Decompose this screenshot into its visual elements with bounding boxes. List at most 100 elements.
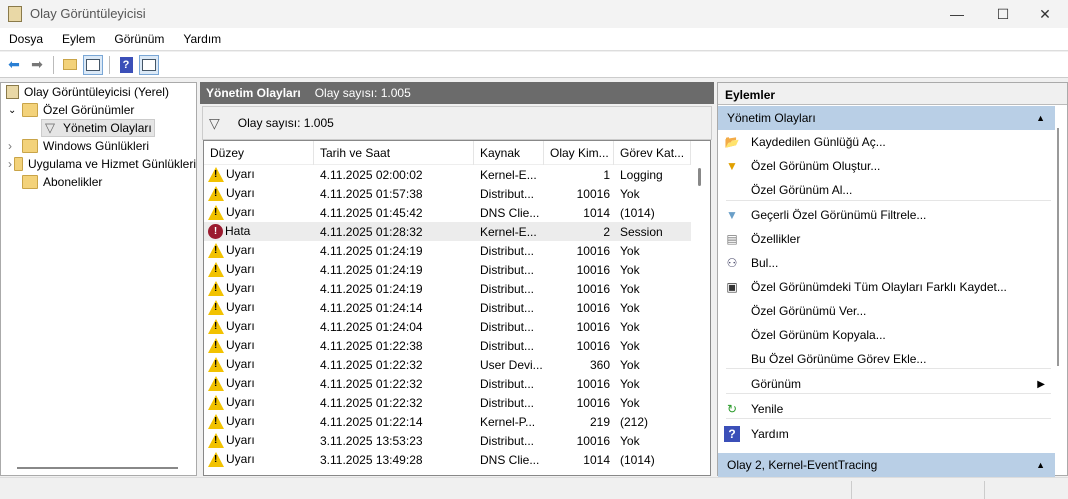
table-row[interactable]: Uyarı 4.11.2025 01:24:19 Distribut... 10… (204, 241, 691, 260)
cell-task-category: (212) (620, 414, 649, 429)
action-label: Yenile (751, 402, 784, 416)
events-table: Düzey Tarih ve Saat Kaynak Olay Kim... G… (203, 140, 711, 476)
table-row[interactable]: Uyarı 4.11.2025 01:24:19 Distribut... 10… (204, 279, 691, 298)
tree-item-app-logs[interactable]: › Uygulama ve Hizmet Günlükleri (8, 155, 196, 173)
collapse-icon[interactable]: ▲ (1036, 460, 1045, 470)
chevron-right-icon[interactable]: › (8, 139, 22, 153)
pane-header: Yönetim Olayları Olay sayısı: 1.005 (200, 82, 714, 104)
table-row[interactable]: Uyarı 4.11.2025 01:45:42 DNS Clie... 101… (204, 203, 691, 222)
collapse-icon[interactable]: ▲ (1036, 113, 1045, 123)
menu-yardim[interactable]: Yardım (183, 32, 221, 46)
tree-item-admin-events[interactable]: ▽ Yönetim Olayları (41, 119, 155, 137)
action-item[interactable]: Özel Görünümü Ver... (718, 299, 1055, 323)
warning-icon (208, 433, 224, 449)
cell-task-category: Yok (620, 395, 640, 410)
col-event-id[interactable]: Olay Kim... (544, 141, 614, 165)
cell-task-category: Yok (620, 281, 640, 296)
table-row[interactable]: Uyarı 4.11.2025 01:24:04 Distribut... 10… (204, 317, 691, 336)
tree-item-custom-views[interactable]: ⌄ Özel Görünümler (8, 101, 134, 119)
horizontal-scrollbar[interactable] (17, 467, 178, 469)
section-event-details[interactable]: Olay 2, Kernel-EventTracing ▲ (718, 453, 1055, 477)
cell-date: 4.11.2025 01:24:04 (320, 319, 423, 334)
actions-pane: Eylemler Yönetim Olayları ▲ 📂 Kaydedilen G… (717, 82, 1068, 477)
cell-event-id: 10016 (576, 243, 610, 258)
table-row[interactable]: Uyarı 4.11.2025 01:22:32 User Devi... 36… (204, 355, 691, 374)
level-text: Uyarı (226, 375, 255, 390)
help-icon[interactable]: ? (116, 55, 136, 75)
level-text: Uyarı (226, 166, 255, 181)
menu-eylem[interactable]: Eylem (62, 32, 95, 46)
cell-event-id: 10016 (576, 376, 610, 391)
action-item[interactable]: Özel Görünüm Al... (718, 178, 1055, 202)
show-hide-tree-icon[interactable] (83, 54, 103, 75)
chevron-down-icon[interactable]: ⌄ (8, 105, 22, 116)
subscriptions-folder-icon (22, 175, 38, 189)
level-text: Uyarı (226, 318, 255, 333)
cell-date: 4.11.2025 01:24:14 (320, 300, 423, 315)
section-admin-events[interactable]: Yönetim Olayları ▲ (718, 106, 1055, 130)
back-icon[interactable]: ⬅ (4, 55, 24, 75)
table-row[interactable]: ! Hata 4.11.2025 01:28:32 Kernel-E... 2 S… (204, 222, 691, 241)
status-bar (0, 477, 1068, 499)
cell-level: Uyarı (204, 357, 314, 373)
scrollbar-thumb[interactable] (698, 168, 701, 186)
folder-icon (14, 157, 23, 171)
level-text: Uyarı (226, 280, 255, 295)
table-row[interactable]: Uyarı 4.11.2025 01:22:38 Distribut... 10… (204, 336, 691, 355)
tree-item-subscriptions[interactable]: Abonelikler (22, 173, 102, 191)
cell-task-category: Yok (620, 262, 640, 277)
save-icon: ▣ (726, 280, 738, 294)
cell-source: Distribut... (480, 186, 535, 201)
cell-level: Uyarı (204, 243, 314, 259)
minimize-button[interactable]: — (934, 0, 980, 28)
tree-label: Windows Günlükleri (43, 139, 150, 153)
action-item[interactable]: ▤ Özellikler (718, 227, 1055, 251)
maximize-button[interactable]: ☐ (980, 0, 1026, 28)
table-row[interactable]: Uyarı 3.11.2025 13:53:23 Distribut... 10… (204, 431, 691, 450)
action-item[interactable]: ⚇ Bul... (718, 251, 1055, 275)
level-text: Uyarı (226, 204, 255, 219)
section-label: Yönetim Olayları (727, 111, 816, 125)
menu-gorunum[interactable]: Görünüm (114, 32, 164, 46)
col-source[interactable]: Kaynak (474, 141, 544, 165)
cell-event-id: 10016 (576, 281, 610, 296)
table-row[interactable]: Uyarı 4.11.2025 02:00:02 Kernel-E... 1 L… (204, 165, 691, 184)
col-level[interactable]: Düzey (204, 141, 314, 165)
cell-source: Distribut... (480, 319, 535, 334)
table-row[interactable]: Uyarı 3.11.2025 13:49:28 DNS Clie... 101… (204, 450, 691, 469)
show-hide-actions-icon[interactable] (139, 54, 159, 75)
table-row[interactable]: Uyarı 4.11.2025 01:22:14 Kernel-P... 219… (204, 412, 691, 431)
vertical-scrollbar[interactable] (690, 165, 710, 475)
table-row[interactable]: Uyarı 4.11.2025 01:24:19 Distribut... 10… (204, 260, 691, 279)
action-label: Görünüm (751, 377, 802, 391)
action-item[interactable]: ? Yardım (718, 422, 1055, 446)
up-folder-icon[interactable] (60, 55, 80, 75)
tree-label: Uygulama ve Hizmet Günlükleri (27, 157, 196, 171)
cell-event-id: 10016 (576, 186, 610, 201)
level-text: Uyarı (226, 261, 255, 276)
tree-item-root[interactable]: Olay Görüntüleyicisi (Yerel) (6, 83, 169, 101)
action-item[interactable]: ▣ Özel Görünümdeki Tüm Olayları Farklı Ka… (718, 275, 1055, 299)
close-button[interactable]: ✕ (1022, 0, 1068, 28)
action-item[interactable]: Özel Görünüm Kopyala... (718, 323, 1055, 347)
forward-icon[interactable]: ➡ (27, 55, 47, 75)
action-item[interactable]: ▼ Özel Görünüm Oluştur... (718, 154, 1055, 178)
warning-icon (208, 414, 224, 430)
warning-icon (208, 243, 224, 259)
cell-event-id: 10016 (576, 395, 610, 410)
cell-event-id: 2 (603, 224, 610, 239)
table-row[interactable]: Uyarı 4.11.2025 01:22:32 Distribut... 10… (204, 374, 691, 393)
table-row[interactable]: Uyarı 4.11.2025 01:22:32 Distribut... 10… (204, 393, 691, 412)
col-task-category[interactable]: Görev Kat... (614, 141, 691, 165)
action-item[interactable]: 📂 Kaydedilen Günlüğü Aç... (718, 130, 1055, 154)
table-row[interactable]: Uyarı 4.11.2025 01:57:38 Distribut... 10… (204, 184, 691, 203)
cell-task-category: Yok (620, 338, 640, 353)
tree-item-windows-logs[interactable]: › Windows Günlükleri (8, 137, 149, 155)
actions-scrollbar[interactable] (1057, 128, 1059, 366)
cell-date: 4.11.2025 01:22:32 (320, 357, 423, 372)
table-row[interactable]: Uyarı 4.11.2025 01:24:14 Distribut... 10… (204, 298, 691, 317)
action-item[interactable]: ▼ Geçerli Özel Görünümü Filtrele... (718, 203, 1055, 227)
status-divider (851, 481, 852, 499)
menu-dosya[interactable]: Dosya (9, 32, 43, 46)
col-date[interactable]: Tarih ve Saat (314, 141, 474, 165)
